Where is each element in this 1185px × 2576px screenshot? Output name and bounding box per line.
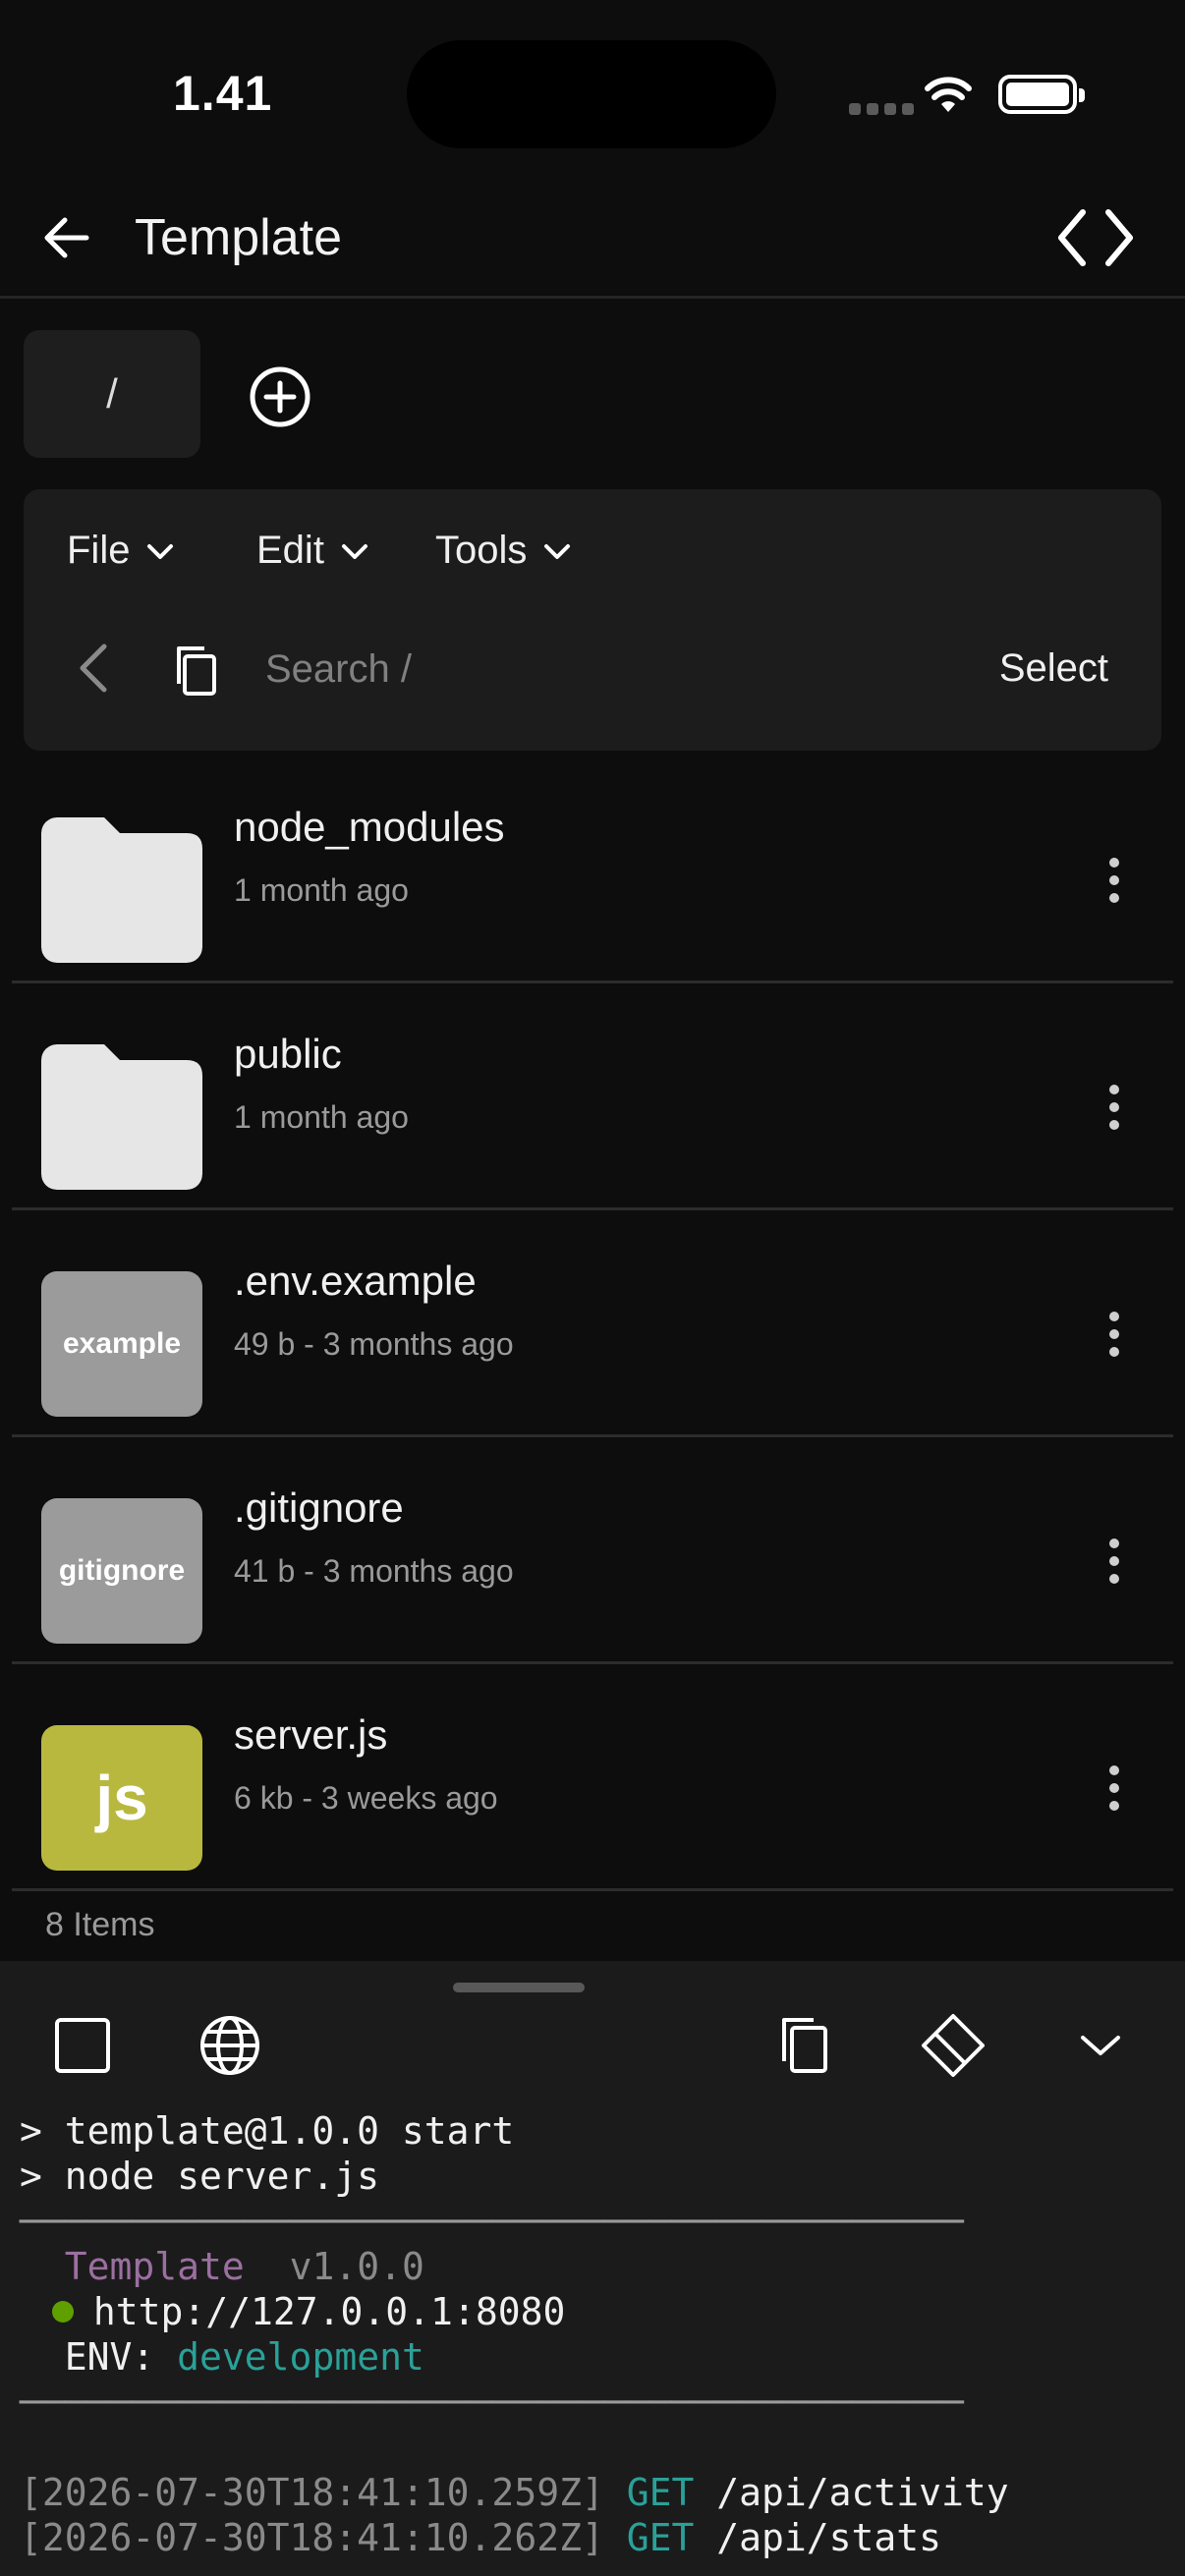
page-title: Template bbox=[135, 209, 342, 266]
chevron-down-icon bbox=[341, 543, 367, 559]
log-timestamp: [2026-07-30T18:41:10.259Z] bbox=[20, 2471, 604, 2514]
menu-tools-label: Tools bbox=[435, 529, 528, 572]
folder-icon bbox=[41, 817, 202, 963]
file-meta: 6 kb - 3 weeks ago bbox=[234, 1780, 498, 1816]
status-bar: 1.41 bbox=[0, 0, 1185, 187]
copy-icon[interactable] bbox=[768, 2008, 843, 2083]
file-row-public[interactable]: public 1 month ago bbox=[12, 983, 1173, 1210]
log-path: /api/stats bbox=[716, 2516, 942, 2559]
terminal-version: v1.0.0 bbox=[289, 2245, 424, 2288]
file-list: node_modules 1 month ago public 1 month … bbox=[12, 756, 1173, 1891]
app-header: Template bbox=[0, 187, 1185, 299]
log-timestamp: [2026-07-30T18:41:10.262Z] bbox=[20, 2516, 604, 2559]
search-input[interactable] bbox=[265, 633, 933, 705]
terminal-divider: ────────────────────────────────────────… bbox=[20, 2380, 964, 2424]
file-row-server-js[interactable]: js server.js 6 kb - 3 weeks ago bbox=[12, 1664, 1173, 1891]
battery-icon bbox=[998, 75, 1085, 114]
more-options-icon[interactable] bbox=[1095, 1512, 1134, 1610]
path-chip[interactable]: / bbox=[24, 330, 200, 458]
file-name: .env.example bbox=[234, 1258, 477, 1304]
file-row-env-example[interactable]: example .env.example 49 b - 3 months ago bbox=[12, 1210, 1173, 1437]
log-method: GET bbox=[626, 2516, 695, 2559]
file-meta: 1 month ago bbox=[234, 872, 409, 908]
terminal-line: > template@1.0.0 start bbox=[20, 2109, 515, 2153]
file-name: node_modules bbox=[234, 804, 505, 850]
file-meta: 1 month ago bbox=[234, 1099, 409, 1135]
file-type-thumbnail: gitignore bbox=[41, 1498, 202, 1644]
chevron-down-icon bbox=[544, 543, 571, 559]
file-row-gitignore[interactable]: gitignore .gitignore 41 b - 3 months ago bbox=[12, 1437, 1173, 1664]
drag-handle[interactable] bbox=[453, 1983, 585, 1992]
file-toolbar: File Edit Tools Select bbox=[24, 489, 1161, 751]
file-name: .gitignore bbox=[234, 1484, 404, 1531]
terminal-divider: ────────────────────────────────────────… bbox=[20, 2200, 964, 2243]
terminal-output: > template@1.0.0 start > node server.js … bbox=[20, 2108, 1009, 2560]
code-view-icon[interactable] bbox=[1053, 198, 1138, 277]
file-row-node-modules[interactable]: node_modules 1 month ago bbox=[12, 756, 1173, 983]
terminal-panel: > template@1.0.0 start > node server.js … bbox=[0, 1961, 1185, 2576]
cellular-signal-icon bbox=[849, 103, 914, 115]
status-dot bbox=[51, 2300, 74, 2323]
copy-icon[interactable] bbox=[167, 641, 226, 700]
more-options-icon[interactable] bbox=[1095, 1739, 1134, 1837]
menu-tools[interactable]: Tools bbox=[435, 529, 574, 573]
menu-edit-label: Edit bbox=[256, 529, 324, 572]
more-options-icon[interactable] bbox=[1095, 831, 1134, 929]
file-name: public bbox=[234, 1031, 342, 1077]
eraser-icon[interactable] bbox=[916, 2008, 990, 2083]
terminal-url[interactable]: http://127.0.0.1:8080 bbox=[93, 2290, 565, 2333]
more-options-icon[interactable] bbox=[1095, 1285, 1134, 1383]
chevron-down-icon bbox=[147, 543, 174, 559]
dynamic-island bbox=[407, 40, 776, 148]
menu-file-label: File bbox=[67, 529, 131, 572]
globe-icon[interactable] bbox=[193, 2008, 267, 2083]
file-type-thumbnail: example bbox=[41, 1271, 202, 1417]
file-meta: 49 b - 3 months ago bbox=[234, 1326, 514, 1362]
status-time: 1.41 bbox=[173, 66, 273, 121]
js-file-thumbnail: js bbox=[41, 1725, 202, 1871]
stop-square-icon[interactable] bbox=[45, 2008, 120, 2083]
select-button[interactable]: Select bbox=[999, 646, 1108, 691]
chevron-down-icon[interactable] bbox=[1063, 2008, 1138, 2083]
menu-file[interactable]: File bbox=[67, 529, 177, 573]
terminal-env-label: ENV: bbox=[64, 2335, 155, 2379]
item-count: 8 Items bbox=[45, 1906, 155, 1943]
folder-icon bbox=[41, 1044, 202, 1190]
back-arrow-icon[interactable] bbox=[37, 208, 96, 267]
more-options-icon[interactable] bbox=[1095, 1058, 1134, 1156]
wifi-icon bbox=[925, 77, 972, 112]
add-circle-icon[interactable] bbox=[249, 365, 311, 428]
log-method: GET bbox=[626, 2471, 695, 2514]
file-meta: 41 b - 3 months ago bbox=[234, 1553, 514, 1589]
menu-edit[interactable]: Edit bbox=[256, 529, 371, 573]
terminal-env-value: development bbox=[177, 2335, 424, 2379]
chevron-left-icon[interactable] bbox=[67, 639, 126, 698]
terminal-line: > node server.js bbox=[20, 2155, 380, 2198]
terminal-app-name: Template bbox=[64, 2245, 245, 2288]
log-path: /api/activity bbox=[716, 2471, 1009, 2514]
file-name: server.js bbox=[234, 1711, 388, 1758]
